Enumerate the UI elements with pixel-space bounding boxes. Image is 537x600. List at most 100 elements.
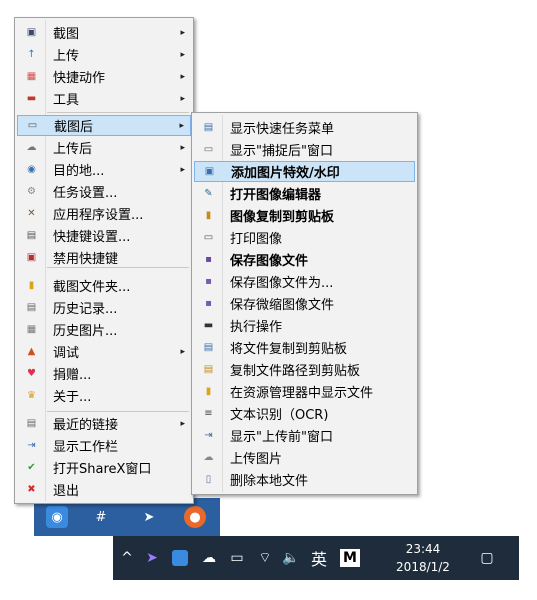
submenu-item-delete-file[interactable]: ▯ 删除本地文件: [194, 469, 415, 490]
destinations-icon: ◉: [27, 163, 36, 175]
after-upload-icon: ☁: [26, 141, 37, 153]
battery-icon[interactable]: ▭: [225, 536, 249, 580]
clock-time: 23:44: [405, 542, 441, 556]
after-capture-icon: ▭: [27, 119, 38, 131]
upload-icon: ↑: [27, 48, 36, 60]
menu-item-debug[interactable]: ▲ 调试 ▸: [17, 341, 191, 362]
submenu-item-label: 文本识别（OCR): [230, 408, 329, 423]
submenu-item-label: 图像复制到剪贴板: [230, 210, 335, 225]
submenu-item-save-as[interactable]: ▪ 保存图像文件为...: [194, 271, 415, 292]
menu-item-heart[interactable]: ♥ 捐赠...: [17, 363, 191, 384]
submenu-item-clipboard[interactable]: ▮ 图像复制到剪贴板: [194, 205, 415, 226]
menu-item-show-taskbar[interactable]: ⇥ 显示工作栏: [17, 435, 191, 456]
ime-language[interactable]: 英: [307, 536, 331, 580]
firefox-tray-icon[interactable]: ●: [184, 506, 206, 528]
effects-icon: ▣: [204, 165, 215, 177]
task-settings-icon: ⚙: [27, 185, 36, 197]
submenu-item-label: 打印图像: [230, 232, 283, 247]
volume-icon[interactable]: 🔈: [279, 536, 303, 580]
check-icon: ✔: [27, 461, 36, 473]
menu-item-label: 截图后: [54, 120, 94, 135]
onedrive-icon[interactable]: ☁: [197, 536, 221, 580]
submenu-item-label: 在资源管理器中显示文件: [230, 386, 374, 401]
menu-separator: [47, 411, 189, 412]
menu-item-label: 截图文件夹...: [53, 280, 131, 295]
submenu-item-label: 执行操作: [230, 320, 283, 335]
submenu-item-upload-image[interactable]: ☁ 上传图片: [194, 447, 415, 468]
copy-file-icon: ▤: [203, 341, 214, 353]
submenu-item-window[interactable]: ▭ 显示"捕捉后"窗口: [194, 139, 415, 160]
submenu-item-ocr[interactable]: ≡ 文本识别（OCR): [194, 403, 415, 424]
folder-icon: ▮: [28, 279, 35, 291]
show-taskbar-icon: ⇥: [27, 439, 36, 451]
submenu-item-label: 复制文件路径到剪贴板: [230, 364, 361, 379]
submenu-item-save-thumbnail[interactable]: ▪ 保存微缩图像文件: [194, 293, 415, 314]
menu-item-disable-hotkeys[interactable]: ▣ 禁用快捷键: [17, 247, 191, 268]
submenu-item-copy-path[interactable]: ▤ 复制文件路径到剪贴板: [194, 359, 415, 380]
menu-item-label: 显示工作栏: [53, 440, 119, 455]
menu-item-label: 应用程序设置...: [53, 208, 144, 223]
explorer-icon: ▮: [205, 385, 212, 397]
submenu-item-task-menu[interactable]: ▤ 显示快速任务菜单: [194, 117, 415, 138]
submenu-item-save[interactable]: ▪ 保存图像文件: [194, 249, 415, 270]
ime-mode[interactable]: M: [337, 536, 363, 580]
wifi-icon[interactable]: ⌔: [253, 536, 277, 580]
quick-actions-icon: ▦: [26, 70, 37, 82]
menu-item-label: 任务设置...: [53, 186, 118, 201]
heart-icon: ♥: [27, 367, 36, 379]
submenu-item-before-upload[interactable]: ⇥ 显示"上传前"窗口: [194, 425, 415, 446]
telegram-tray-icon[interactable]: ➤: [138, 506, 160, 528]
arrow-app-tray-icon[interactable]: ➤: [141, 536, 163, 580]
screenshot-icon: ▣: [26, 26, 37, 38]
menu-item-after-capture[interactable]: ▭ 截图后 ▸: [17, 115, 191, 136]
slack-tray-icon[interactable]: #: [90, 506, 112, 528]
menu-item-label: 打开ShareX窗口: [53, 462, 152, 477]
submenu-item-image-editor[interactable]: ✎ 打开图像编辑器: [194, 183, 415, 204]
recent-links-icon: ▤: [26, 417, 37, 429]
app-settings-icon: ✕: [27, 207, 36, 219]
submenu-item-explorer[interactable]: ▮ 在资源管理器中显示文件: [194, 381, 415, 402]
menu-item-task-settings[interactable]: ⚙ 任务设置...: [17, 181, 191, 202]
menu-item-recent-links[interactable]: ▤ 最近的链接 ▸: [17, 413, 191, 434]
menu-item-crown[interactable]: ♛ 关于...: [17, 385, 191, 406]
menu-item-label: 截图: [53, 27, 80, 42]
menu-item-label: 目的地...: [53, 164, 105, 179]
copy-path-icon: ▤: [203, 363, 214, 375]
menu-item-label: 上传后: [53, 142, 93, 157]
submenu-item-label: 显示"捕捉后"窗口: [230, 144, 333, 159]
menu-item-toolbox[interactable]: ▬ 工具 ▸: [17, 88, 191, 109]
save-icon: ▪: [205, 253, 212, 265]
taskbar: ^ ➤ ☁ ▭ ⌔ 🔈 英 M 23:44 2018/1/2 ▢: [113, 536, 519, 580]
menu-item-hotkey-settings[interactable]: ▤ 快捷键设置...: [17, 225, 191, 246]
submenu-item-label: 显示快速任务菜单: [230, 122, 335, 137]
menu-item-label: 禁用快捷键: [53, 252, 119, 267]
menu-item-quick-actions[interactable]: ▦ 快捷动作 ▸: [17, 66, 191, 87]
clock[interactable]: 23:44 2018/1/2: [378, 540, 468, 576]
submenu-arrow-icon: ▸: [180, 71, 185, 82]
submenu-item-terminal[interactable]: ▬ 执行操作: [194, 315, 415, 336]
submenu-item-label: 保存微缩图像文件: [230, 298, 335, 313]
menu-item-app-settings[interactable]: ✕ 应用程序设置...: [17, 203, 191, 224]
submenu-arrow-icon: ▸: [180, 418, 185, 429]
menu-item-destinations[interactable]: ◉ 目的地... ▸: [17, 159, 191, 180]
notifications-icon[interactable]: ▢: [467, 536, 507, 580]
menu-item-screenshot[interactable]: ▣ 截图 ▸: [17, 22, 191, 43]
submenu-item-label: 保存图像文件: [230, 254, 309, 269]
sharex-taskbar-icon[interactable]: [169, 536, 191, 580]
menu-item-after-upload[interactable]: ☁ 上传后 ▸: [17, 137, 191, 158]
submenu-item-printer[interactable]: ▭ 打印图像: [194, 227, 415, 248]
exit-icon: ✖: [27, 483, 36, 495]
menu-item-folder[interactable]: ▮ 截图文件夹...: [17, 275, 191, 296]
menu-item-image-history[interactable]: ▦ 历史图片...: [17, 319, 191, 340]
menu-item-check[interactable]: ✔ 打开ShareX窗口: [17, 457, 191, 478]
terminal-icon: ▬: [203, 319, 214, 331]
show-hidden-icons-chevron-icon[interactable]: ^: [117, 536, 137, 580]
menu-item-upload[interactable]: ↑ 上传 ▸: [17, 44, 191, 65]
submenu-item-copy-file[interactable]: ▤ 将文件复制到剪贴板: [194, 337, 415, 358]
sharex-tray-menu: ▣ 截图 ▸ ↑ 上传 ▸ ▦ 快捷动作 ▸ ▬ 工具 ▸ ▭ 截图后 ▸ ☁ 上传后 ▸ ◉ 目的地... ▸ ⚙ 任务设…: [14, 17, 194, 504]
sharex-tray-icon[interactable]: ◉: [46, 506, 68, 528]
submenu-arrow-icon: ▸: [180, 27, 185, 38]
menu-item-exit[interactable]: ✖ 退出: [17, 479, 191, 500]
submenu-item-effects[interactable]: ▣ 添加图片特效/水印: [194, 161, 415, 182]
menu-item-history[interactable]: ▤ 历史记录...: [17, 297, 191, 318]
